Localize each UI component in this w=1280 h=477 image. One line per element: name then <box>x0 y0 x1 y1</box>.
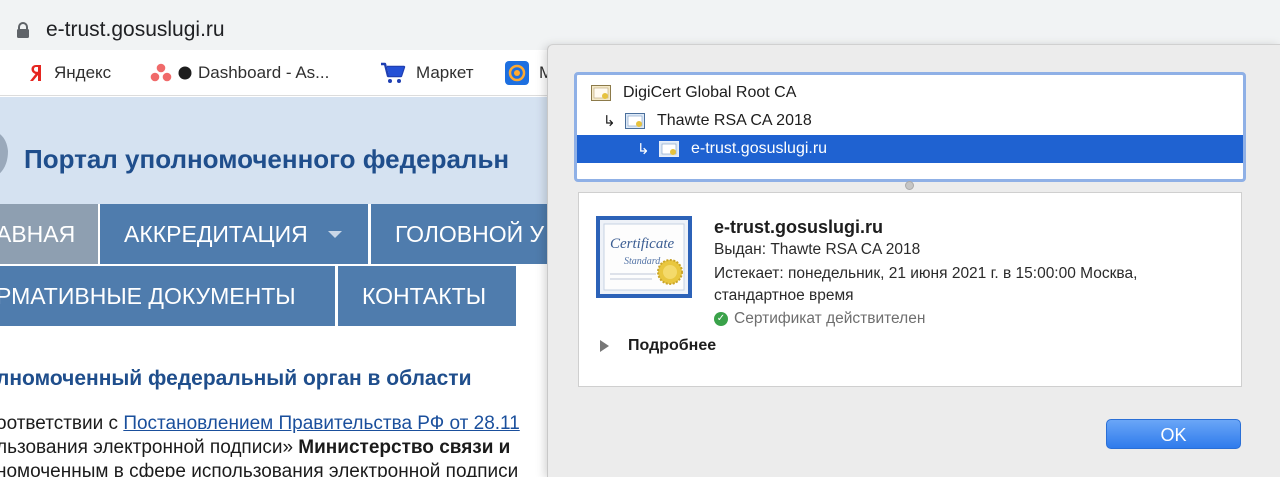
bookmark-mail[interactable]: M <box>505 61 553 85</box>
certificate-art-text: Certificate <box>610 236 674 252</box>
paragraph-bold: Министерство связи и <box>298 437 511 458</box>
disclosure-triangle-icon[interactable] <box>600 340 609 352</box>
site-title: Портал уполномоченного федеральн <box>24 144 510 174</box>
chain-item-label: Thawte RSA CA 2018 <box>657 112 812 129</box>
bookmark-label: Яндекс <box>54 63 112 82</box>
nav-label: РМАТИВНЫЕ ДОКУМЕНТЫ <box>0 282 296 309</box>
certificate-art-text: Standard <box>624 256 661 267</box>
certificate-icon <box>591 85 611 101</box>
certificate-expiry: Истекает: понедельник, 21 июня 2021 г. в… <box>714 265 1138 282</box>
paragraph-line: льзования электронной подписи» Министерс… <box>0 437 510 459</box>
bookmark-yandex[interactable]: Яндекс <box>30 62 111 84</box>
split-handle[interactable] <box>905 181 914 190</box>
nav-label: АВНАЯ <box>0 220 76 247</box>
certificate-status: ✓ Сертификат действителен <box>714 310 925 328</box>
bookmark-asana[interactable]: Dashboard - As... <box>150 62 329 84</box>
nav-item-contacts[interactable]: КОНТАКТЫ <box>338 266 516 326</box>
nav-label: КОНТАКТЫ <box>362 282 487 309</box>
paragraph-text: оответствии с <box>0 413 124 434</box>
emblem-icon <box>0 134 8 174</box>
nav-item-accreditation[interactable]: АККРЕДИТАЦИЯ <box>100 204 368 264</box>
yandex-icon <box>30 65 41 81</box>
chain-item-intermediate[interactable]: ↳ Thawte RSA CA 2018 <box>577 107 1243 135</box>
dot-icon <box>178 66 192 80</box>
address-bar[interactable]: e-trust.gosuslugi.ru <box>2 6 1278 44</box>
certificate-sheet: DigiCert Global Root CA ↳ Thawte RSA CA … <box>547 44 1280 477</box>
cart-icon <box>381 62 406 83</box>
asana-icon <box>150 63 172 82</box>
tree-arrow-icon: ↳ <box>637 141 650 158</box>
certificate-name: e-trust.gosuslugi.ru <box>714 217 884 237</box>
certificate-chain-tree[interactable]: DigiCert Global Root CA ↳ Thawte RSA CA … <box>574 72 1246 182</box>
paragraph-text: льзования электронной подписи» <box>0 437 299 458</box>
tree-arrow-icon: ↳ <box>603 113 616 130</box>
nav-item-head[interactable]: ГОЛОВНОЙ У <box>371 204 571 264</box>
details-label: Подробнее <box>628 337 717 354</box>
certificate-icon <box>625 113 645 129</box>
nav-label: АККРЕДИТАЦИЯ <box>124 220 308 247</box>
chain-item-root[interactable]: DigiCert Global Root CA <box>577 79 1243 107</box>
certificate-expiry-cont: стандартное время <box>714 287 854 304</box>
mail-icon <box>505 61 529 85</box>
nav-item-documents[interactable]: РМАТИВНЫЕ ДОКУМЕНТЫ <box>0 266 335 326</box>
decree-link[interactable]: Постановлением Правительства РФ от 28.11 <box>123 413 519 434</box>
chain-item-leaf[interactable]: ↳ e-trust.gosuslugi.ru <box>577 135 1243 163</box>
bookmark-label: Dashboard - As... <box>198 63 330 82</box>
chain-item-label: DigiCert Global Root CA <box>623 84 797 101</box>
nav-item-home[interactable]: АВНАЯ <box>0 204 98 264</box>
certificate-status-text: Сертификат действителен <box>734 310 926 327</box>
paragraph-text: номоченным в сфере использования электро… <box>0 461 519 477</box>
bookmark-market[interactable]: Маркет <box>380 62 474 84</box>
content-heading: лномоченный федеральный орган в области <box>0 367 472 390</box>
paragraph-line: оответствии с Постановлением Правительст… <box>0 413 520 435</box>
address-bar-area: e-trust.gosuslugi.ru <box>0 0 1280 50</box>
certificate-issuer: Выдан: Thawte RSA CA 2018 <box>714 241 921 258</box>
url-text[interactable]: e-trust.gosuslugi.ru <box>46 18 225 42</box>
checkmark-icon: ✓ <box>714 312 728 326</box>
chevron-down-icon <box>327 230 342 238</box>
certificate-icon <box>659 141 679 157</box>
bookmark-label: Маркет <box>416 63 474 82</box>
details-disclosure[interactable]: Подробнее <box>600 337 716 355</box>
nav-label: ГОЛОВНОЙ У <box>395 220 545 247</box>
certificate-icon: Certificate Standard <box>596 216 692 298</box>
chain-item-label: e-trust.gosuslugi.ru <box>691 140 828 157</box>
ok-button[interactable]: OK <box>1106 419 1241 449</box>
lock-icon[interactable] <box>16 22 30 39</box>
paragraph-line: номоченным в сфере использования электро… <box>0 461 518 477</box>
certificate-details: Certificate Standard e-trust.gosuslugi.r… <box>578 192 1242 387</box>
